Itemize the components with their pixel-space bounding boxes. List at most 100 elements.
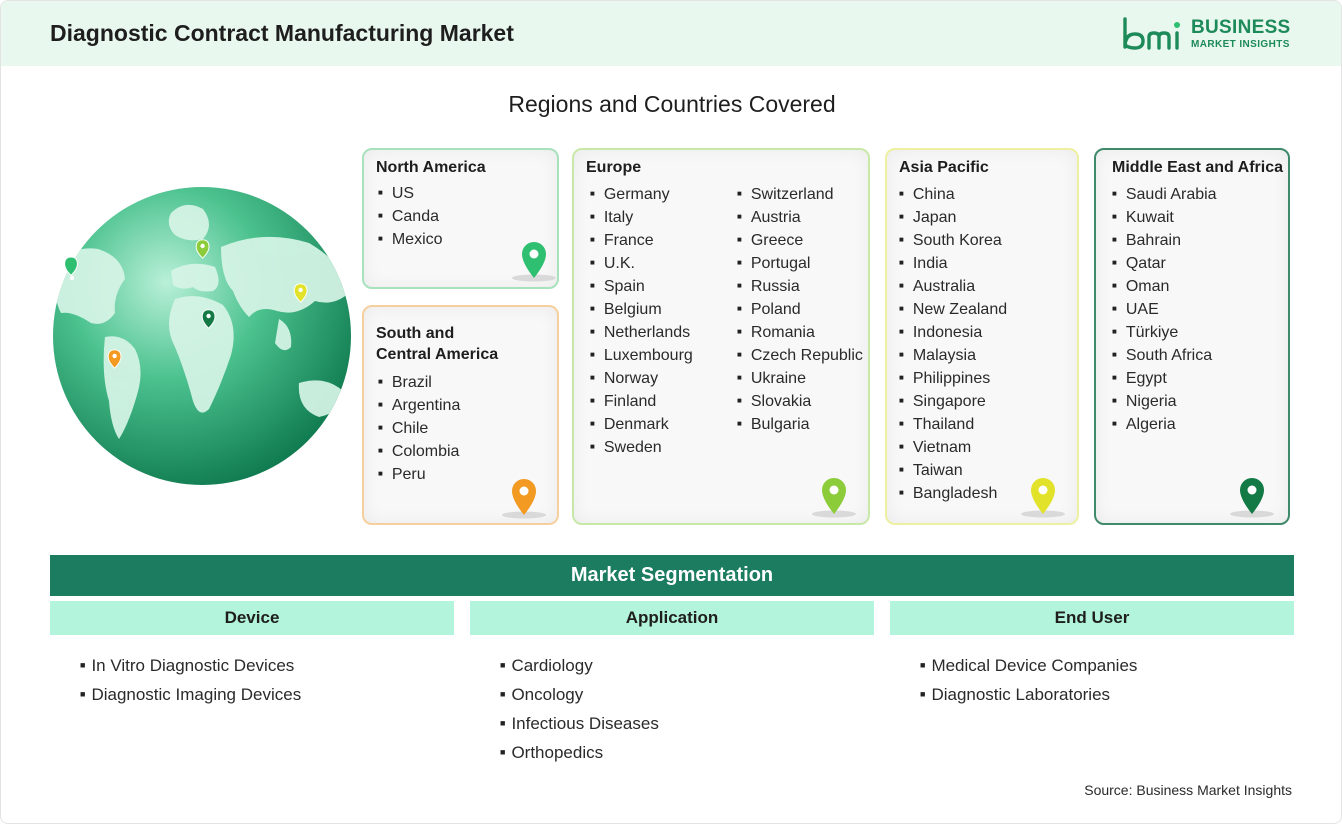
list-item: Egypt xyxy=(1112,367,1217,390)
list-item: Czech Republic xyxy=(737,344,863,367)
segment-heading-end-user: End User xyxy=(890,601,1294,635)
segment-list-application: Cardiology Oncology Infectious Diseases … xyxy=(500,651,659,767)
region-card-north-america: North America US Canda Mexico xyxy=(362,148,559,289)
list-item: Thailand xyxy=(899,413,1007,436)
list-item: Poland xyxy=(737,298,863,321)
list-item: Switzerland xyxy=(737,183,863,206)
list-item: Norway xyxy=(590,367,693,390)
list-item: Indonesia xyxy=(899,321,1007,344)
list-item: Luxembourg xyxy=(590,344,693,367)
region-title: North America xyxy=(376,159,486,176)
infographic-frame: Diagnostic Contract Manufacturing Market… xyxy=(0,0,1342,824)
segment-heading-device: Device xyxy=(50,601,454,635)
globe-icon xyxy=(53,187,351,485)
list-item: Slovakia xyxy=(737,390,863,413)
header-bar: Diagnostic Contract Manufacturing Market… xyxy=(1,1,1341,66)
list-item: Ukraine xyxy=(737,367,863,390)
list-item: Bahrain xyxy=(1112,229,1217,252)
bmi-logo-icon xyxy=(1123,17,1180,50)
source-note: Source: Business Market Insights xyxy=(1084,782,1292,798)
list-item: Cardiology xyxy=(500,651,659,680)
list-item: Colombia xyxy=(378,440,460,463)
list-item: France xyxy=(590,229,693,252)
list-item: Oncology xyxy=(500,680,659,709)
list-item: South Korea xyxy=(899,229,1007,252)
list-item: Diagnostic Laboratories xyxy=(920,680,1137,709)
country-list: Germany Italy France U.K. Spain Belgium … xyxy=(590,183,693,459)
list-item: US xyxy=(378,182,443,205)
region-title: South and Central America xyxy=(376,323,498,365)
list-item: In Vitro Diagnostic Devices xyxy=(80,651,301,680)
list-item: Malaysia xyxy=(899,344,1007,367)
map-pin-icon xyxy=(512,242,556,282)
list-item: Spain xyxy=(590,275,693,298)
list-item: China xyxy=(899,183,1007,206)
page-title: Diagnostic Contract Manufacturing Market xyxy=(50,20,514,46)
list-item: Russia xyxy=(737,275,863,298)
list-item: Canda xyxy=(378,205,443,228)
list-item: Austria xyxy=(737,206,863,229)
region-card-europe: Europe Germany Italy France U.K. Spain B… xyxy=(572,148,870,525)
brand-logo: BUSINESS MARKET INSIGHTS xyxy=(1121,15,1299,53)
region-title-line: Central America xyxy=(376,346,499,363)
region-title: Middle East and Africa xyxy=(1112,159,1283,176)
list-item: Diagnostic Imaging Devices xyxy=(80,680,301,709)
country-list: China Japan South Korea India Australia … xyxy=(899,183,1007,505)
list-item: Germany xyxy=(590,183,693,206)
map-pin-icon xyxy=(1021,478,1065,518)
list-item: Romania xyxy=(737,321,863,344)
segment-list-device: In Vitro Diagnostic Devices Diagnostic I… xyxy=(80,651,301,709)
region-card-asia-pacific: Asia Pacific China Japan South Korea Ind… xyxy=(885,148,1079,525)
list-item: Taiwan xyxy=(899,459,1007,482)
list-item: India xyxy=(899,252,1007,275)
map-pin-icon xyxy=(1230,478,1274,518)
logo-text-market-insights: MARKET INSIGHTS xyxy=(1191,39,1290,50)
list-item: Belgium xyxy=(590,298,693,321)
logo-text-business: BUSINESS xyxy=(1191,17,1291,38)
list-item: Vietnam xyxy=(899,436,1007,459)
list-item: Bulgaria xyxy=(737,413,863,436)
list-item: Philippines xyxy=(899,367,1007,390)
region-title: Europe xyxy=(586,159,642,176)
list-item: Nigeria xyxy=(1112,390,1217,413)
list-item: Italy xyxy=(590,206,693,229)
list-item: Brazil xyxy=(378,371,460,394)
country-list: Saudi Arabia Kuwait Bahrain Qatar Oman U… xyxy=(1112,183,1217,436)
list-item: Algeria xyxy=(1112,413,1217,436)
list-item: Denmark xyxy=(590,413,693,436)
segmentation-title: Market Segmentation xyxy=(50,555,1294,596)
list-item: Peru xyxy=(378,463,460,486)
country-list: US Canda Mexico xyxy=(378,182,443,251)
list-item: Japan xyxy=(899,206,1007,229)
map-pin-icon xyxy=(812,478,856,518)
list-item: New Zealand xyxy=(899,298,1007,321)
country-list: Brazil Argentina Chile Colombia Peru xyxy=(378,371,461,486)
list-item: Netherlands xyxy=(590,321,693,344)
segment-list-end-user: Medical Device Companies Diagnostic Labo… xyxy=(920,651,1137,709)
country-list: Switzerland Austria Greece Portugal Russ… xyxy=(737,183,863,436)
list-item: Portugal xyxy=(737,252,863,275)
list-item: Saudi Arabia xyxy=(1112,183,1217,206)
list-item: Medical Device Companies xyxy=(920,651,1137,680)
region-title: Asia Pacific xyxy=(899,159,989,176)
map-pin-icon xyxy=(502,479,546,519)
list-item: Chile xyxy=(378,417,460,440)
list-item: Infectious Diseases xyxy=(500,709,658,738)
list-item: Türkiye xyxy=(1112,321,1217,344)
region-card-middle-east-africa: Middle East and Africa Saudi Arabia Kuwa… xyxy=(1094,148,1290,525)
segment-heading-application: Application xyxy=(470,601,874,635)
list-item: Australia xyxy=(899,275,1007,298)
list-item: Singapore xyxy=(899,390,1007,413)
list-item: Bangladesh xyxy=(899,482,1007,505)
regions-title: Regions and Countries Covered xyxy=(508,91,836,117)
list-item: Qatar xyxy=(1112,252,1217,275)
list-item: U.K. xyxy=(590,252,693,275)
list-item: Oman xyxy=(1112,275,1217,298)
list-item: Argentina xyxy=(378,394,461,417)
list-item: Mexico xyxy=(378,228,443,251)
region-card-south-central-america: South and Central America Brazil Argenti… xyxy=(362,305,559,525)
list-item: Orthopedics xyxy=(500,738,659,767)
region-title-line: South and xyxy=(376,325,455,342)
list-item: Finland xyxy=(590,390,693,413)
list-item: UAE xyxy=(1112,298,1217,321)
